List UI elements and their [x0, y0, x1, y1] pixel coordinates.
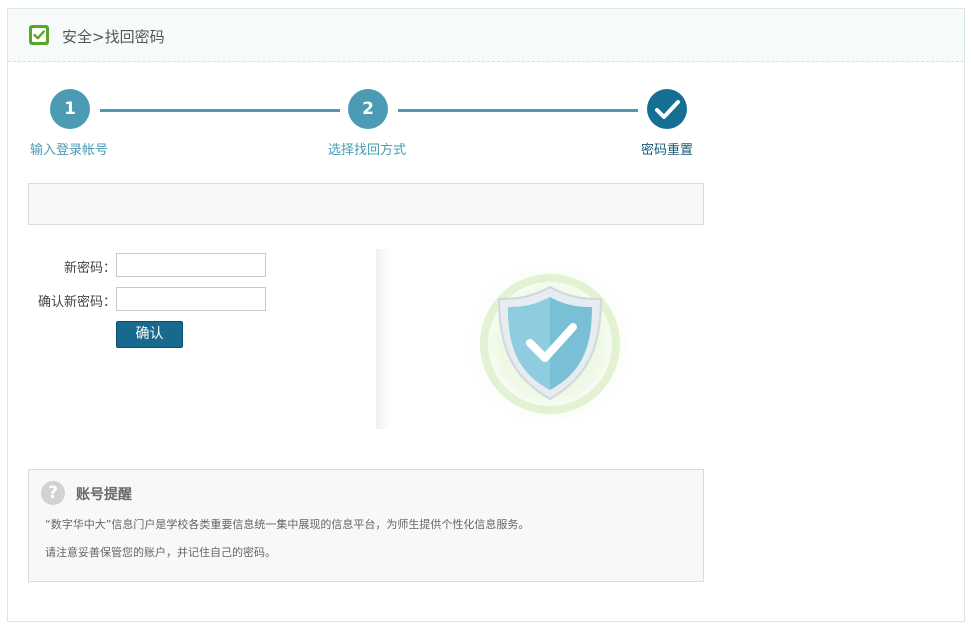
step-2-circle: 2 — [348, 89, 388, 129]
step-connector — [398, 109, 638, 112]
shield-check-icon — [29, 25, 49, 45]
tip-line-2: 请注意妥善保管您的账户，并记住自己的密码。 — [45, 546, 276, 559]
step-1-label: 输入登录帐号 — [30, 143, 109, 158]
question-icon: ? — [41, 481, 65, 505]
page-frame: 安全>找回密码 1 输入登录帐号 2 选择找回方式 密码重置 新密码： 确认新密… — [7, 8, 965, 622]
confirm-button[interactable]: 确认 — [116, 321, 183, 348]
new-password-row: 新密码： — [28, 253, 288, 277]
step-1-circle: 1 — [50, 89, 90, 129]
page-header: 安全>找回密码 — [8, 9, 964, 62]
step-2-label: 选择找回方式 — [328, 143, 407, 158]
notice-bar — [28, 183, 704, 225]
page-title: 安全>找回密码 — [62, 28, 165, 46]
confirm-password-label: 确认新密码： — [37, 295, 116, 310]
new-password-label: 新密码： — [63, 261, 116, 276]
account-tip-box: ? 账号提醒 “数字华中大”信息门户是学校各类重要信息统一集中展现的信息平台，为… — [28, 469, 704, 582]
progress-steps: 1 输入登录帐号 2 选择找回方式 密码重置 — [28, 89, 704, 169]
shield-success-icon — [462, 257, 638, 432]
tip-line-1: “数字华中大”信息门户是学校各类重要信息统一集中展现的信息平台，为师生提供个性化… — [45, 518, 530, 531]
confirm-password-row: 确认新密码： — [28, 287, 288, 311]
step-connector — [100, 109, 340, 112]
step-3-label: 密码重置 — [641, 143, 694, 158]
confirm-password-input[interactable] — [116, 287, 266, 311]
divider — [376, 249, 390, 429]
tip-title: 账号提醒 — [76, 487, 132, 503]
step-3-circle — [647, 89, 687, 129]
checkmark-icon — [655, 100, 680, 119]
new-password-input[interactable] — [116, 253, 266, 277]
